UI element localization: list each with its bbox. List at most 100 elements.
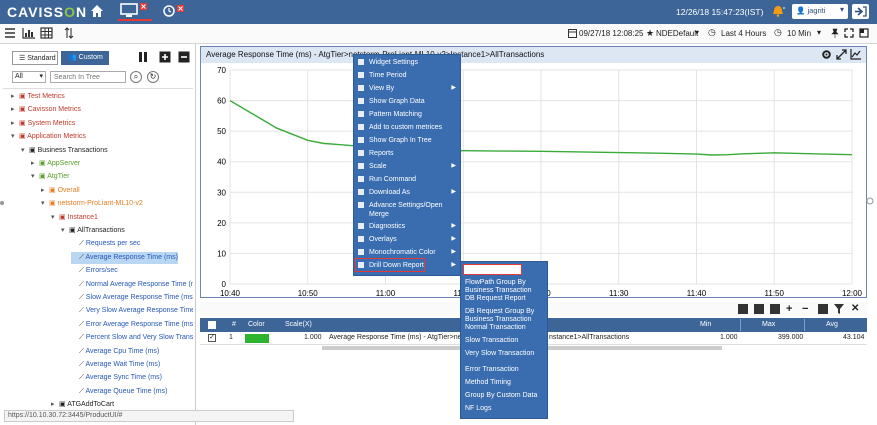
context-menu-item[interactable]: Show Graph Data (354, 97, 462, 106)
star-icon[interactable]: ★ (646, 28, 654, 39)
submenu-item[interactable]: Error Transaction (461, 366, 549, 374)
context-menu-item[interactable]: Reports (354, 149, 462, 158)
interval-caret-icon[interactable]: ▾ (817, 28, 821, 37)
tree-node[interactable]: ▾ ▣ netstorm-ProLiant-ML10-v2 (41, 198, 143, 210)
submenu-item[interactable]: Very Slow Transaction (461, 350, 549, 358)
user-menu-button[interactable]: 👤 jagriti ▾ (792, 4, 848, 19)
favorite-name[interactable]: NDEDefault (656, 29, 698, 38)
menu-icon[interactable] (4, 27, 16, 41)
submenu-item[interactable]: DB Request Group By Business Transaction (461, 308, 549, 324)
interval[interactable]: 10 Min (787, 29, 811, 38)
col-color[interactable]: Color (248, 321, 265, 328)
context-menu-item[interactable]: Diagnostics ▶ (354, 222, 462, 231)
tree-node[interactable]: ⟋ Error Average Response Time (ms) (71, 319, 193, 331)
col-min[interactable]: Min (700, 321, 711, 328)
tree-node[interactable]: ▸ ▣ Overall (41, 185, 80, 197)
col-avg[interactable]: Avg (826, 321, 838, 328)
tree-node[interactable]: ⟋ Average Wait Time (ms) (71, 359, 160, 371)
context-menu-item[interactable]: Add to custom metrices (354, 123, 462, 132)
context-menu-item[interactable]: Advance Settings/Open Merge (354, 201, 462, 219)
submenu-item[interactable]: Normal Transaction (461, 324, 549, 332)
resize-handle-icon[interactable] (866, 197, 874, 207)
submenu-item[interactable]: NF Logs (461, 405, 549, 413)
tree-node[interactable]: ⟋ Average Sync Time (ms) (71, 372, 162, 384)
context-menu-item[interactable]: Monochromatic Color ▶ (354, 248, 462, 257)
context-menu-item[interactable]: Run Command (354, 175, 462, 184)
home-icon[interactable] (89, 3, 105, 19)
tree-node[interactable]: ▾ ▣ Business Transactions (21, 145, 108, 157)
tree-search-input[interactable] (50, 71, 126, 83)
caret-down-icon[interactable]: ▾ (51, 212, 59, 224)
tree-node[interactable]: ⟋ Percent Slow and Very Slow Transacti (71, 332, 193, 344)
columns-icon[interactable] (818, 304, 828, 314)
select-all-checkbox[interactable] (208, 321, 216, 329)
expand-all-icon[interactable] (159, 51, 171, 63)
row-color-swatch[interactable] (245, 334, 269, 343)
context-menu-item[interactable]: Overlays ▶ (354, 235, 462, 244)
submenu-item[interactable]: Method Timing (461, 379, 549, 387)
tree-node[interactable]: ⟋ Average Queue Time (ms) (71, 386, 167, 398)
tree-node[interactable]: ▾ ▣ AllTransactions (61, 225, 125, 237)
pause-icon[interactable] (137, 51, 149, 63)
context-menu-item[interactable]: Scale ▶ (354, 162, 462, 171)
caret-right-icon[interactable]: ▸ (31, 158, 39, 170)
submenu-item[interactable]: FlowPath Group By Business Transaction (461, 279, 549, 295)
clock-icon-2[interactable]: ◷ (774, 27, 782, 38)
caret-right-icon[interactable]: ▸ (11, 104, 19, 116)
calendar-icon[interactable] (568, 28, 577, 40)
context-menu-item[interactable]: Show Graph In Tree (354, 136, 462, 145)
collapse-all-icon[interactable] (178, 51, 190, 63)
col-scale[interactable]: Scale(X) (285, 321, 312, 328)
caret-right-icon[interactable]: ▸ (51, 399, 59, 407)
table-view-icon[interactable] (40, 27, 53, 41)
filter-select[interactable]: All ▾ (12, 71, 46, 83)
tree-node[interactable]: ⟋ Very Slow Average Response Time (m (71, 305, 193, 317)
clock-icon[interactable]: ◷ (708, 27, 716, 38)
caret-down-icon[interactable]: ▾ (695, 28, 699, 37)
tree-node[interactable]: ▸ ▣ ATGAddToCart (51, 399, 114, 407)
filter-icon[interactable] (834, 304, 844, 316)
tree-node[interactable]: ▸ ▣ Test Metrics (11, 91, 65, 103)
refresh-icon[interactable]: ↻ (147, 71, 159, 83)
tab-standard[interactable]: ☰ Standard (12, 51, 58, 65)
add-icon[interactable]: + (786, 303, 792, 315)
remove-icon[interactable]: − (802, 303, 808, 315)
fullscreen-icon[interactable] (844, 28, 854, 40)
search-icon[interactable]: ⌕ (130, 71, 142, 83)
alert-icon[interactable] (770, 4, 786, 19)
col-max[interactable]: Max (762, 321, 775, 328)
submenu-item[interactable]: Slow Transaction (461, 337, 549, 345)
context-menu-item[interactable]: Pattern Matching (354, 110, 462, 119)
context-menu-item[interactable]: Widget Settings (354, 58, 462, 67)
context-menu-item[interactable]: Download As ▶ (354, 188, 462, 197)
tree-node[interactable]: ▸ ▣ System Metrics (11, 118, 75, 130)
tree-node[interactable]: ⟋ Errors/sec (71, 265, 118, 277)
caret-down-icon[interactable]: ▾ (41, 198, 49, 210)
toolbar-date[interactable]: 09/27/18 12:08:25 (579, 29, 644, 38)
submenu-item[interactable]: DB Request Report (461, 295, 549, 303)
tree-node[interactable]: ⟋ Slow Average Response Time (ms) (71, 292, 193, 304)
time-range[interactable]: Last 4 Hours (721, 29, 766, 38)
submenu-item[interactable]: Group By Custom Data (461, 392, 549, 400)
chart-view-icon[interactable] (22, 27, 36, 41)
export-doc-icon[interactable] (754, 304, 764, 314)
tree-node[interactable]: ▾ ▣ Application Metrics (11, 131, 86, 143)
tree-node[interactable]: ▾ ▣ Instance1 (51, 212, 98, 224)
context-menu-item[interactable]: View By ▶ (354, 84, 462, 93)
logout-icon[interactable] (852, 4, 869, 19)
tree-node[interactable]: ⟋ Average Cpu Time (ms) (71, 346, 159, 358)
tree-node[interactable]: ▸ ▣ Cavisson Metrics (11, 104, 81, 116)
caret-down-icon[interactable]: ▾ (61, 225, 69, 237)
tree-node[interactable]: ⟋ Requests per sec (71, 238, 140, 250)
sort-icon[interactable] (64, 27, 74, 41)
caret-down-icon[interactable]: ▾ (31, 171, 39, 183)
caret-right-icon[interactable]: ▸ (11, 118, 19, 130)
expand-icon[interactable] (859, 28, 869, 40)
monitor-icon[interactable] (118, 2, 152, 21)
tree-node[interactable]: ⟋ Normal Average Response Time (ms) (71, 279, 193, 291)
tree-node[interactable]: ⟋ Average Response Time (ms) (71, 251, 178, 264)
export-xls-icon[interactable] (770, 304, 780, 314)
pin-icon[interactable] (831, 28, 839, 40)
close-icon[interactable]: ✕ (851, 303, 859, 314)
tab-custom[interactable]: 👥 Custom (61, 51, 109, 65)
